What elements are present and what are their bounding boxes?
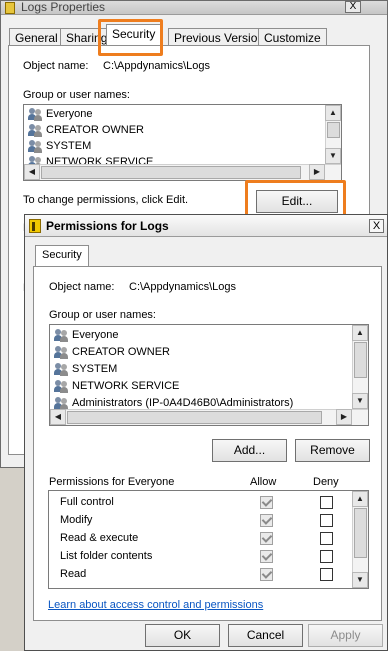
scroll-down-icon[interactable]: ▼	[352, 393, 368, 409]
permissions-header: Permissions for Everyone	[49, 476, 175, 488]
permission-row: Full control	[49, 494, 351, 512]
learn-access-control-link[interactable]: Learn about access control and permissio…	[48, 599, 263, 611]
scroll-up-icon[interactable]: ▲	[352, 325, 368, 341]
tab-security[interactable]: Security	[106, 24, 162, 47]
object-name-label: Object name:	[49, 281, 115, 293]
allow-checkbox[interactable]	[260, 496, 273, 509]
edit-button[interactable]: Edit...	[256, 190, 338, 213]
scroll-left-icon[interactable]: ◀	[24, 164, 40, 180]
horizontal-scrollbar[interactable]: ◀ ▶	[24, 164, 341, 180]
permission-row: List folder contents	[49, 548, 351, 566]
users-icon	[54, 363, 69, 376]
users-icon	[54, 329, 69, 342]
window-title: Logs Properties	[21, 0, 106, 14]
object-name-value: C:\Appdynamics\Logs	[129, 281, 236, 293]
vertical-scrollbar[interactable]: ▲ ▼	[352, 491, 368, 588]
user-name: NETWORK SERVICE	[72, 380, 180, 392]
deny-checkbox[interactable]	[320, 568, 333, 581]
deny-checkbox[interactable]	[320, 532, 333, 545]
tab-general[interactable]: General	[9, 28, 64, 46]
scroll-thumb[interactable]	[41, 166, 301, 179]
apply-button[interactable]: Apply	[308, 624, 383, 647]
allow-checkbox[interactable]	[260, 532, 273, 545]
object-name-label: Object name:	[23, 60, 89, 72]
folder-icon	[5, 2, 15, 14]
title-bar[interactable]: Permissions for Logs X	[25, 215, 387, 237]
scroll-left-icon[interactable]: ◀	[50, 409, 66, 425]
permission-row: Read & execute	[49, 530, 351, 548]
deny-checkbox[interactable]	[320, 514, 333, 527]
deny-checkbox[interactable]	[320, 496, 333, 509]
permission-name: Read	[60, 568, 87, 580]
user-name: Everyone	[46, 108, 93, 120]
allow-checkbox[interactable]	[260, 514, 273, 527]
user-list[interactable]: Everyone CREATOR OWNER SYSTEM NETWORK SE…	[23, 104, 342, 181]
users-icon	[28, 108, 43, 121]
user-name: CREATOR OWNER	[72, 346, 170, 358]
permission-name: List folder contents	[60, 550, 153, 562]
scroll-down-icon[interactable]: ▼	[352, 572, 368, 588]
close-button[interactable]: X	[369, 219, 384, 233]
allow-checkbox[interactable]	[260, 550, 273, 563]
users-icon	[54, 380, 69, 393]
user-name: Administrators (IP-0A4D46B0\Administrato…	[72, 397, 294, 409]
scroll-thumb[interactable]	[354, 342, 367, 378]
remove-button[interactable]: Remove	[295, 439, 370, 462]
scroll-up-icon[interactable]: ▲	[352, 491, 368, 507]
user-name: CREATOR OWNER	[46, 124, 144, 136]
permissions-list[interactable]: Full control Modify Read & execute List …	[48, 490, 369, 589]
cancel-button[interactable]: Cancel	[228, 624, 303, 647]
allow-header: Allow	[250, 476, 277, 488]
permission-name: Read & execute	[60, 532, 139, 544]
vertical-scrollbar[interactable]: ▲ ▼	[325, 105, 341, 164]
close-button[interactable]: X	[345, 1, 361, 13]
user-name: SYSTEM	[72, 363, 118, 375]
user-name: SYSTEM	[46, 140, 92, 152]
object-name-value: C:\Appdynamics\Logs	[103, 60, 210, 72]
group-label: Group or user names:	[49, 309, 156, 321]
scroll-right-icon[interactable]: ▶	[309, 164, 325, 180]
permission-name: Full control	[60, 496, 114, 508]
scroll-thumb[interactable]	[67, 411, 322, 424]
title-bar[interactable]: Logs Properties X	[1, 0, 387, 15]
scroll-thumb[interactable]	[327, 122, 340, 138]
group-label: Group or user names:	[23, 89, 130, 101]
users-icon	[28, 124, 43, 137]
tab-customize[interactable]: Customize	[258, 28, 327, 46]
users-icon	[28, 140, 43, 153]
deny-checkbox[interactable]	[320, 550, 333, 563]
permission-row: Read	[49, 566, 351, 584]
user-list[interactable]: Everyone CREATOR OWNER SYSTEM NETWORK SE…	[49, 324, 369, 426]
change-permissions-text: To change permissions, click Edit.	[23, 194, 189, 206]
folder-icon	[29, 219, 41, 233]
vertical-scrollbar[interactable]: ▲ ▼	[352, 325, 368, 409]
horizontal-scrollbar[interactable]: ◀ ▶	[50, 409, 368, 425]
allow-checkbox[interactable]	[260, 568, 273, 581]
tab-security[interactable]: Security	[35, 245, 89, 267]
add-button[interactable]: Add...	[212, 439, 287, 462]
user-name: Everyone	[72, 329, 119, 341]
permissions-window: Permissions for Logs X Security Object n…	[24, 214, 388, 651]
scroll-up-icon[interactable]: ▲	[325, 105, 341, 121]
permission-name: Modify	[60, 514, 93, 526]
users-icon	[54, 346, 69, 359]
scroll-down-icon[interactable]: ▼	[325, 148, 341, 164]
scroll-right-icon[interactable]: ▶	[336, 409, 352, 425]
scroll-thumb[interactable]	[354, 508, 367, 558]
ok-button[interactable]: OK	[145, 624, 220, 647]
window-title: Permissions for Logs	[46, 219, 169, 233]
permission-row: Modify	[49, 512, 351, 530]
deny-header: Deny	[313, 476, 339, 488]
